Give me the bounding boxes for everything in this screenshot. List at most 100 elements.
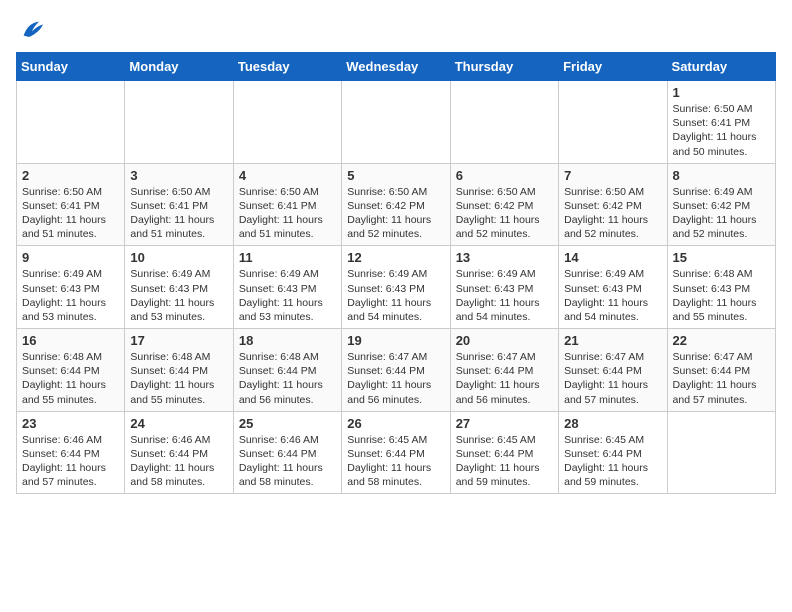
calendar-cell: 18 Sunrise: 6:48 AM Sunset: 6:44 PM Dayli… bbox=[233, 329, 341, 412]
day-number: 3 bbox=[130, 168, 227, 183]
day-header-monday: Monday bbox=[125, 53, 233, 81]
day-number: 2 bbox=[22, 168, 119, 183]
day-number: 19 bbox=[347, 333, 444, 348]
day-number: 24 bbox=[130, 416, 227, 431]
day-number: 17 bbox=[130, 333, 227, 348]
calendar-table: SundayMondayTuesdayWednesdayThursdayFrid… bbox=[16, 52, 776, 494]
calendar-cell bbox=[559, 81, 667, 164]
day-header-saturday: Saturday bbox=[667, 53, 775, 81]
calendar-cell: 16 Sunrise: 6:48 AM Sunset: 6:44 PM Dayli… bbox=[17, 329, 125, 412]
calendar-cell: 22 Sunrise: 6:47 AM Sunset: 6:44 PM Dayli… bbox=[667, 329, 775, 412]
calendar-cell: 28 Sunrise: 6:45 AM Sunset: 6:44 PM Dayli… bbox=[559, 411, 667, 494]
day-number: 10 bbox=[130, 250, 227, 265]
logo-bird-icon bbox=[18, 16, 46, 44]
day-info: Sunrise: 6:49 AM Sunset: 6:43 PM Dayligh… bbox=[564, 267, 661, 324]
day-number: 14 bbox=[564, 250, 661, 265]
calendar-cell: 25 Sunrise: 6:46 AM Sunset: 6:44 PM Dayli… bbox=[233, 411, 341, 494]
calendar-cell: 3Sunrise: 6:50 AM Sunset: 6:41 PM Daylig… bbox=[125, 163, 233, 246]
calendar-cell bbox=[450, 81, 558, 164]
calendar-cell: 21 Sunrise: 6:47 AM Sunset: 6:44 PM Dayli… bbox=[559, 329, 667, 412]
day-info: Sunrise: 6:48 AM Sunset: 6:44 PM Dayligh… bbox=[130, 350, 227, 407]
day-number: 26 bbox=[347, 416, 444, 431]
calendar-cell: 20 Sunrise: 6:47 AM Sunset: 6:44 PM Dayli… bbox=[450, 329, 558, 412]
calendar-cell: 6Sunrise: 6:50 AM Sunset: 6:42 PM Daylig… bbox=[450, 163, 558, 246]
day-number: 11 bbox=[239, 250, 336, 265]
calendar-cell: 17 Sunrise: 6:48 AM Sunset: 6:44 PM Dayli… bbox=[125, 329, 233, 412]
calendar-week-4: 16 Sunrise: 6:48 AM Sunset: 6:44 PM Dayli… bbox=[17, 329, 776, 412]
calendar-cell: 24 Sunrise: 6:46 AM Sunset: 6:44 PM Dayli… bbox=[125, 411, 233, 494]
calendar-cell: 27 Sunrise: 6:45 AM Sunset: 6:44 PM Dayli… bbox=[450, 411, 558, 494]
day-info: Sunrise: 6:50 AM Sunset: 6:42 PM Dayligh… bbox=[564, 185, 661, 242]
day-info: Sunrise: 6:49 AM Sunset: 6:43 PM Dayligh… bbox=[239, 267, 336, 324]
calendar-cell: 14 Sunrise: 6:49 AM Sunset: 6:43 PM Dayli… bbox=[559, 246, 667, 329]
day-info: Sunrise: 6:47 AM Sunset: 6:44 PM Dayligh… bbox=[564, 350, 661, 407]
page-header bbox=[16, 16, 776, 44]
calendar-week-3: 9Sunrise: 6:49 AM Sunset: 6:43 PM Daylig… bbox=[17, 246, 776, 329]
calendar-week-2: 2 Sunrise: 6:50 AM Sunset: 6:41 PM Daylig… bbox=[17, 163, 776, 246]
day-number: 25 bbox=[239, 416, 336, 431]
day-number: 27 bbox=[456, 416, 553, 431]
day-number: 23 bbox=[22, 416, 119, 431]
day-info: Sunrise: 6:45 AM Sunset: 6:44 PM Dayligh… bbox=[564, 433, 661, 490]
day-number: 5 bbox=[347, 168, 444, 183]
calendar-cell: 11 Sunrise: 6:49 AM Sunset: 6:43 PM Dayli… bbox=[233, 246, 341, 329]
day-info: Sunrise: 6:46 AM Sunset: 6:44 PM Dayligh… bbox=[22, 433, 119, 490]
day-info: Sunrise: 6:49 AM Sunset: 6:43 PM Dayligh… bbox=[347, 267, 444, 324]
calendar-cell bbox=[342, 81, 450, 164]
calendar-cell: 26 Sunrise: 6:45 AM Sunset: 6:44 PM Dayli… bbox=[342, 411, 450, 494]
day-info: Sunrise: 6:49 AM Sunset: 6:43 PM Dayligh… bbox=[22, 267, 119, 324]
day-number: 21 bbox=[564, 333, 661, 348]
calendar-cell: 19 Sunrise: 6:47 AM Sunset: 6:44 PM Dayli… bbox=[342, 329, 450, 412]
calendar-cell: 13Sunrise: 6:49 AM Sunset: 6:43 PM Dayli… bbox=[450, 246, 558, 329]
day-number: 15 bbox=[673, 250, 770, 265]
calendar-cell: 23 Sunrise: 6:46 AM Sunset: 6:44 PM Dayli… bbox=[17, 411, 125, 494]
calendar-cell: 12 Sunrise: 6:49 AM Sunset: 6:43 PM Dayli… bbox=[342, 246, 450, 329]
calendar-cell: 10Sunrise: 6:49 AM Sunset: 6:43 PM Dayli… bbox=[125, 246, 233, 329]
day-number: 8 bbox=[673, 168, 770, 183]
day-number: 4 bbox=[239, 168, 336, 183]
day-info: Sunrise: 6:48 AM Sunset: 6:43 PM Dayligh… bbox=[673, 267, 770, 324]
day-info: Sunrise: 6:45 AM Sunset: 6:44 PM Dayligh… bbox=[456, 433, 553, 490]
day-info: Sunrise: 6:50 AM Sunset: 6:41 PM Dayligh… bbox=[22, 185, 119, 242]
calendar-cell: 15 Sunrise: 6:48 AM Sunset: 6:43 PM Dayli… bbox=[667, 246, 775, 329]
day-header-sunday: Sunday bbox=[17, 53, 125, 81]
calendar-cell: 1 Sunrise: 6:50 AM Sunset: 6:41 PM Daylig… bbox=[667, 81, 775, 164]
day-header-thursday: Thursday bbox=[450, 53, 558, 81]
calendar-header-row: SundayMondayTuesdayWednesdayThursdayFrid… bbox=[17, 53, 776, 81]
day-info: Sunrise: 6:50 AM Sunset: 6:42 PM Dayligh… bbox=[456, 185, 553, 242]
day-number: 1 bbox=[673, 85, 770, 100]
calendar-week-5: 23 Sunrise: 6:46 AM Sunset: 6:44 PM Dayli… bbox=[17, 411, 776, 494]
day-info: Sunrise: 6:48 AM Sunset: 6:44 PM Dayligh… bbox=[239, 350, 336, 407]
day-number: 12 bbox=[347, 250, 444, 265]
day-header-friday: Friday bbox=[559, 53, 667, 81]
calendar-cell: 2 Sunrise: 6:50 AM Sunset: 6:41 PM Daylig… bbox=[17, 163, 125, 246]
day-info: Sunrise: 6:46 AM Sunset: 6:44 PM Dayligh… bbox=[130, 433, 227, 490]
day-number: 18 bbox=[239, 333, 336, 348]
calendar-cell: 5 Sunrise: 6:50 AM Sunset: 6:42 PM Daylig… bbox=[342, 163, 450, 246]
day-info: Sunrise: 6:47 AM Sunset: 6:44 PM Dayligh… bbox=[456, 350, 553, 407]
calendar-cell: 4Sunrise: 6:50 AM Sunset: 6:41 PM Daylig… bbox=[233, 163, 341, 246]
day-info: Sunrise: 6:47 AM Sunset: 6:44 PM Dayligh… bbox=[673, 350, 770, 407]
day-info: Sunrise: 6:46 AM Sunset: 6:44 PM Dayligh… bbox=[239, 433, 336, 490]
calendar-cell: 8 Sunrise: 6:49 AM Sunset: 6:42 PM Daylig… bbox=[667, 163, 775, 246]
calendar-cell bbox=[17, 81, 125, 164]
day-number: 28 bbox=[564, 416, 661, 431]
day-number: 20 bbox=[456, 333, 553, 348]
calendar-cell bbox=[233, 81, 341, 164]
day-info: Sunrise: 6:45 AM Sunset: 6:44 PM Dayligh… bbox=[347, 433, 444, 490]
calendar-cell: 9Sunrise: 6:49 AM Sunset: 6:43 PM Daylig… bbox=[17, 246, 125, 329]
day-number: 22 bbox=[673, 333, 770, 348]
day-header-wednesday: Wednesday bbox=[342, 53, 450, 81]
day-info: Sunrise: 6:48 AM Sunset: 6:44 PM Dayligh… bbox=[22, 350, 119, 407]
calendar-cell bbox=[667, 411, 775, 494]
day-number: 16 bbox=[22, 333, 119, 348]
calendar-week-1: 1 Sunrise: 6:50 AM Sunset: 6:41 PM Daylig… bbox=[17, 81, 776, 164]
day-number: 7 bbox=[564, 168, 661, 183]
day-info: Sunrise: 6:50 AM Sunset: 6:42 PM Dayligh… bbox=[347, 185, 444, 242]
day-info: Sunrise: 6:50 AM Sunset: 6:41 PM Dayligh… bbox=[673, 102, 770, 159]
day-info: Sunrise: 6:47 AM Sunset: 6:44 PM Dayligh… bbox=[347, 350, 444, 407]
calendar-cell: 7 Sunrise: 6:50 AM Sunset: 6:42 PM Daylig… bbox=[559, 163, 667, 246]
logo bbox=[16, 16, 46, 44]
day-header-tuesday: Tuesday bbox=[233, 53, 341, 81]
day-info: Sunrise: 6:49 AM Sunset: 6:42 PM Dayligh… bbox=[673, 185, 770, 242]
